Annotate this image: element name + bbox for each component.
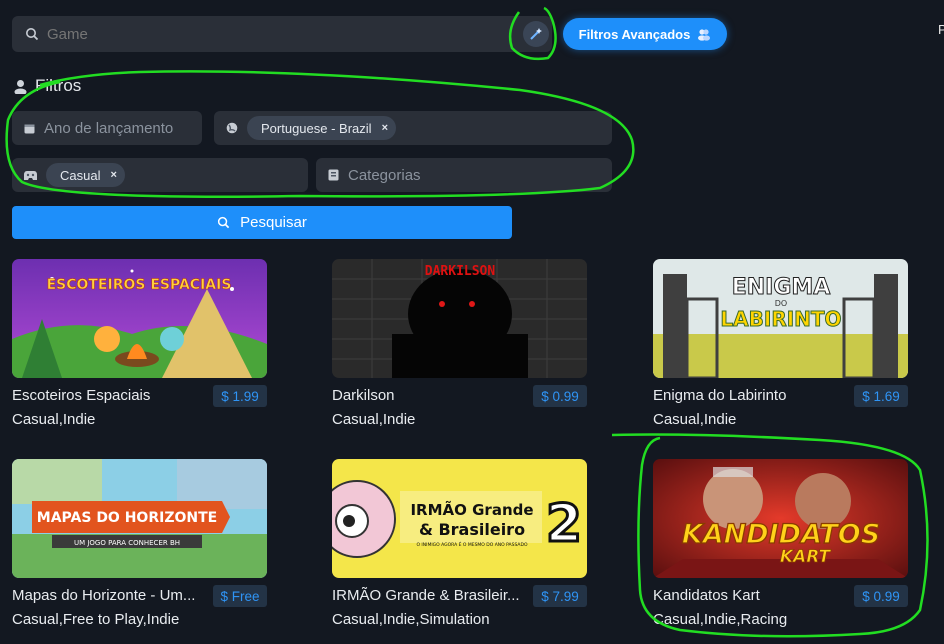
search-icon bbox=[26, 28, 39, 41]
search-bar[interactable] bbox=[12, 16, 552, 52]
release-year-field[interactable]: Ano de lançamento bbox=[12, 111, 202, 145]
categories-placeholder: Categorias bbox=[348, 166, 421, 184]
search-button-label: Pesquisar bbox=[240, 214, 307, 231]
users-icon bbox=[698, 29, 711, 41]
thumbnail-number: 2 bbox=[546, 494, 582, 554]
globe-icon bbox=[226, 122, 238, 134]
genre-chip-label: Casual bbox=[60, 167, 101, 183]
game-card[interactable]: ESCOTEIROS ESPACIAIS Escoteiros Espaciai… bbox=[12, 259, 272, 428]
price-badge: $ 7.99 bbox=[533, 585, 587, 607]
thumbnail-title: ESCOTEIROS ESPACIAIS bbox=[47, 277, 232, 293]
price-badge: $ 1.69 bbox=[854, 385, 908, 407]
game-title[interactable]: Enigma do Labirinto bbox=[653, 387, 849, 404]
game-thumbnail[interactable]: IRMÃO Grande & Brasileiro 2 O INIMIGO AG… bbox=[332, 459, 587, 578]
categories-field[interactable]: Categorias bbox=[316, 158, 612, 192]
magic-wand-icon bbox=[530, 28, 542, 40]
game-tags: Casual,Indie,Simulation bbox=[332, 611, 490, 628]
thumbnail-title: KANDIDATOS bbox=[682, 519, 880, 550]
genre-field[interactable]: Casual × bbox=[12, 158, 308, 192]
thumbnail-title: DARKILSON bbox=[425, 264, 496, 279]
cutoff-text: P bbox=[938, 22, 944, 37]
game-tags: Casual,Indie bbox=[332, 411, 416, 428]
remove-genre-icon[interactable]: × bbox=[110, 169, 116, 181]
game-title[interactable]: Darkilson bbox=[332, 387, 528, 404]
game-title[interactable]: Escoteiros Espaciais bbox=[12, 387, 208, 404]
remove-language-icon[interactable]: × bbox=[382, 122, 388, 134]
game-title[interactable]: IRMÃO Grande & Brasileir... bbox=[332, 587, 528, 604]
game-title[interactable]: Kandidatos Kart bbox=[653, 587, 849, 604]
price-badge: $ Free bbox=[213, 585, 267, 607]
category-icon bbox=[328, 169, 339, 181]
game-thumbnail[interactable]: KANDIDATOS KART bbox=[653, 459, 908, 578]
language-field[interactable]: Portuguese - Brazil × bbox=[214, 111, 612, 145]
filters-heading-text: Filtros bbox=[35, 76, 82, 95]
thumbnail-title: ENIGMA bbox=[732, 275, 831, 300]
gamepad-icon bbox=[24, 170, 37, 180]
user-icon bbox=[14, 79, 27, 94]
game-card[interactable]: ENIGMA DO LABIRINTO Enigma do Labirinto … bbox=[653, 259, 913, 428]
thumbnail-title: IRMÃO Grande bbox=[410, 500, 533, 519]
release-year-placeholder: Ano de lançamento bbox=[44, 119, 174, 137]
advanced-filters-button[interactable]: Filtros Avançados bbox=[563, 18, 727, 50]
language-chip[interactable]: Portuguese - Brazil × bbox=[247, 116, 396, 140]
game-title[interactable]: Mapas do Horizonte - Um... bbox=[12, 587, 208, 604]
game-tags: Casual,Indie bbox=[12, 411, 96, 428]
search-input[interactable] bbox=[47, 25, 487, 43]
game-thumbnail[interactable]: ENIGMA DO LABIRINTO bbox=[653, 259, 908, 378]
advanced-filters-label: Filtros Avançados bbox=[578, 26, 691, 42]
game-card[interactable]: IRMÃO Grande & Brasileiro 2 O INIMIGO AG… bbox=[332, 459, 592, 628]
game-card[interactable]: DARKILSON Darkilson $ 0.99 Casual,Indie bbox=[332, 259, 592, 428]
search-button[interactable]: Pesquisar bbox=[12, 206, 512, 239]
game-tags: Casual,Free to Play,Indie bbox=[12, 611, 180, 628]
filters-heading: Filtros bbox=[14, 76, 81, 96]
thumbnail-title-line2: LABIRINTO bbox=[720, 307, 841, 331]
game-tags: Casual,Indie bbox=[653, 411, 737, 428]
game-thumbnail[interactable]: ESCOTEIROS ESPACIAIS bbox=[12, 259, 267, 378]
price-badge: $ 1.99 bbox=[213, 385, 267, 407]
price-badge: $ 0.99 bbox=[533, 385, 587, 407]
genre-chip[interactable]: Casual × bbox=[46, 163, 125, 187]
calendar-icon bbox=[24, 124, 35, 133]
magic-wand-button[interactable] bbox=[523, 21, 549, 47]
search-icon bbox=[218, 216, 230, 229]
price-badge: $ 0.99 bbox=[854, 585, 908, 607]
thumbnail-subtitle: KART bbox=[780, 547, 832, 567]
game-card[interactable]: KANDIDATOS KART Kandidatos Kart $ 0.99 C… bbox=[653, 459, 913, 628]
thumbnail-title: MAPAS DO HORIZONTE bbox=[37, 510, 217, 526]
game-thumbnail[interactable]: DARKILSON bbox=[332, 259, 587, 378]
thumbnail-subtitle: UM JOGO PARA CONHECER BH bbox=[74, 539, 180, 547]
language-chip-label: Portuguese - Brazil bbox=[261, 120, 372, 136]
game-card[interactable]: MAPAS DO HORIZONTE UM JOGO PARA CONHECER… bbox=[12, 459, 272, 628]
game-tags: Casual,Indie,Racing bbox=[653, 611, 788, 628]
game-thumbnail[interactable]: MAPAS DO HORIZONTE UM JOGO PARA CONHECER… bbox=[12, 459, 267, 578]
thumbnail-title-line2: & Brasileiro bbox=[419, 520, 525, 539]
